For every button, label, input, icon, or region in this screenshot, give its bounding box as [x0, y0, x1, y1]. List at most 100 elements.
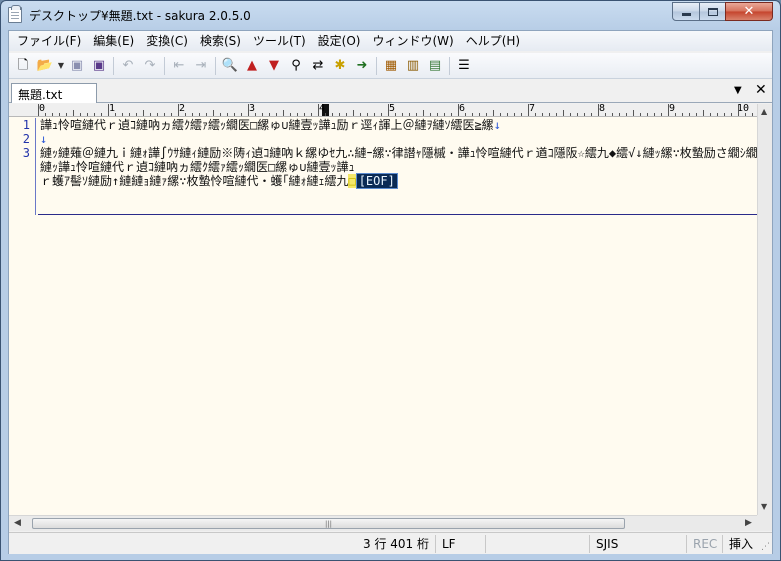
tab-untitled[interactable]: 無題.txt — [11, 83, 97, 103]
line-text: 縺ｯ譁ｭ怜喧縺代ｒ遉ｺ縺吶ヵ繧ｸ繧ｧ繧ｯ繝医□縲ゅ∪縺壹ｯ譁ｭ — [40, 160, 355, 174]
mark-icon[interactable]: ✱ — [329, 55, 351, 77]
menu-search[interactable]: 検索(S) — [194, 32, 247, 50]
ruler-tick — [738, 104, 739, 116]
newline-marker-icon: ↓ — [493, 118, 501, 132]
line-number: 1 — [22, 118, 30, 132]
menu-settings[interactable]: 設定(O) — [312, 32, 367, 50]
column-ruler[interactable]: 0 1 2 3 4 5 6 7 8 9 10 — [9, 104, 757, 117]
tab-close-icon[interactable]: ✕ — [755, 82, 767, 98]
maximize-button[interactable] — [699, 2, 726, 21]
line-number-gutter[interactable]: 1 2 3 — [9, 118, 36, 215]
sort-icon[interactable]: ▤ — [424, 55, 446, 77]
menu-tools[interactable]: ツール(T) — [247, 32, 312, 50]
new-file-icon[interactable]: 🗋 — [12, 55, 34, 77]
ruler-tick — [661, 113, 662, 116]
ruler-tick — [724, 113, 725, 116]
ruler-tick — [360, 113, 361, 116]
open-dropdown-icon[interactable]: ▼ — [56, 55, 66, 77]
editor[interactable]: 0 1 2 3 4 5 6 7 8 9 10 1 2 3 譁ｭ怜喧縺代ｒ遉ｺ縺吶… — [9, 104, 772, 515]
cursor-position[interactable]: 3 行 401 桁 — [327, 535, 435, 553]
horizontal-scroll-thumb[interactable]: ||| — [32, 518, 625, 529]
search-icon[interactable]: 🔍 — [219, 55, 241, 77]
find-next-icon[interactable]: ▼ — [263, 55, 285, 77]
ruler-tick — [507, 113, 508, 116]
ruler-tick — [325, 113, 326, 116]
scroll-down-icon[interactable]: ▼ — [761, 502, 767, 511]
grep-icon[interactable]: ⚲ — [285, 55, 307, 77]
ruler-tick — [605, 113, 606, 116]
ruler-tick — [584, 113, 585, 116]
replace-icon[interactable]: ⇄ — [307, 55, 329, 77]
ruler-tick — [283, 110, 284, 116]
macro-record-indicator: REC — [686, 535, 722, 553]
ruler-tick — [220, 113, 221, 116]
ruler-tick — [472, 113, 473, 116]
ruler-tick — [129, 113, 130, 116]
save-all-icon[interactable]: ▣ — [88, 55, 110, 77]
ruler-tick — [94, 113, 95, 116]
menu-window[interactable]: ウィンドウ(W) — [366, 32, 459, 50]
vertical-scrollbar[interactable]: ▲ ▼ — [757, 104, 772, 515]
toolbar: 🗋 📂 ▼ ▣ ▣ ↶ ↷ ⇤ ⇥ 🔍 ▲ ▼ ⚲ ⇄ ✱ ➜ ▦ ▥ ▤ ☰ — [9, 53, 772, 79]
ruler-tick — [206, 113, 207, 116]
ruler-tick — [696, 113, 697, 116]
ruler-tick — [409, 113, 410, 116]
ruler-tick — [304, 113, 305, 116]
menu-help[interactable]: ヘルプ(H) — [460, 32, 526, 50]
ruler-tick — [192, 113, 193, 116]
ruler-tick — [458, 104, 459, 116]
move-back-icon[interactable]: ⇤ — [168, 55, 190, 77]
open-file-icon[interactable]: 📂 — [34, 55, 56, 77]
ruler-tick — [255, 113, 256, 116]
tab-label: 無題.txt — [18, 88, 63, 102]
jump-icon[interactable]: ➜ — [351, 55, 373, 77]
save-icon[interactable]: ▣ — [66, 55, 88, 77]
tab-list-dropdown-icon[interactable]: ▼ — [734, 85, 742, 96]
menu-edit[interactable]: 編集(E) — [87, 32, 140, 50]
compare-icon[interactable]: ▥ — [402, 55, 424, 77]
ruler-tick — [451, 113, 452, 116]
line-text: 譁ｭ怜喧縺代ｒ遉ｺ縺吶ヵ繧ｸ繧ｧ繧ｯ繝医□縲ゅ∪縺壹ｯ譁ｭ励ｒ逕ｨ諢上＠縺ｦ縺ｿ… — [40, 118, 494, 132]
outline-icon[interactable]: ▦ — [380, 55, 402, 77]
find-prev-icon[interactable]: ▲ — [241, 55, 263, 77]
ruler-tick — [66, 113, 67, 116]
minimize-button[interactable] — [672, 2, 700, 21]
encoding[interactable]: SJIS — [589, 535, 686, 553]
sakura-app-icon[interactable] — [8, 5, 22, 23]
ruler-tick — [73, 110, 74, 116]
line-ending[interactable]: LF — [435, 535, 485, 553]
ruler-tick — [486, 113, 487, 116]
title-bar[interactable]: デスクトップ¥無題.txt - sakura 2.0.5.0 ✕ — [1, 1, 780, 29]
text-area[interactable]: 譁ｭ怜喧縺代ｒ遉ｺ縺吶ヵ繧ｸ繧ｧ繧ｯ繝医□縲ゅ∪縺壹ｯ譁ｭ励ｒ逕ｨ諢上＠縺ｦ縺ｿ… — [38, 118, 758, 215]
ruler-tick — [262, 113, 263, 116]
ruler-tick — [563, 110, 564, 116]
ruler-tick — [122, 113, 123, 116]
ruler-tick — [52, 113, 53, 116]
scroll-up-icon[interactable]: ▲ — [761, 107, 767, 116]
ruler-tick — [143, 110, 144, 116]
move-forward-icon[interactable]: ⇥ — [190, 55, 212, 77]
ruler-tick — [423, 110, 424, 116]
toolbar-separator — [215, 56, 216, 75]
menu-convert[interactable]: 変換(C) — [140, 32, 194, 50]
scroll-right-icon[interactable]: ▶ — [745, 518, 752, 528]
horizontal-scrollbar[interactable]: ◀ ||| ▶ — [9, 515, 757, 531]
scroll-left-icon[interactable]: ◀ — [14, 518, 21, 528]
ruler-tick — [549, 113, 550, 116]
ruler-tick — [185, 113, 186, 116]
menu-file[interactable]: ファイル(F) — [11, 32, 87, 50]
redo-icon[interactable]: ↷ — [139, 55, 161, 77]
toolbar-separator — [164, 56, 165, 75]
scrollbar-corner — [757, 515, 772, 531]
ruler-tick — [59, 113, 60, 116]
ruler-tick — [38, 104, 39, 116]
undo-icon[interactable]: ↶ — [117, 55, 139, 77]
ruler-tick — [269, 113, 270, 116]
resize-grip-icon[interactable]: ⋰ — [761, 542, 770, 552]
close-button[interactable]: ✕ — [725, 2, 773, 21]
ruler-tick — [227, 113, 228, 116]
settings-icon[interactable]: ☰ — [453, 55, 475, 77]
text-line: ↓ — [40, 132, 47, 146]
ruler-tick — [633, 110, 634, 116]
text-line: 譁ｭ怜喧縺代ｒ遉ｺ縺吶ヵ繧ｸ繧ｧ繧ｯ繝医□縲ゅ∪縺壹ｯ譁ｭ励ｒ逕ｨ諢上＠縺ｦ縺ｿ… — [40, 118, 501, 132]
